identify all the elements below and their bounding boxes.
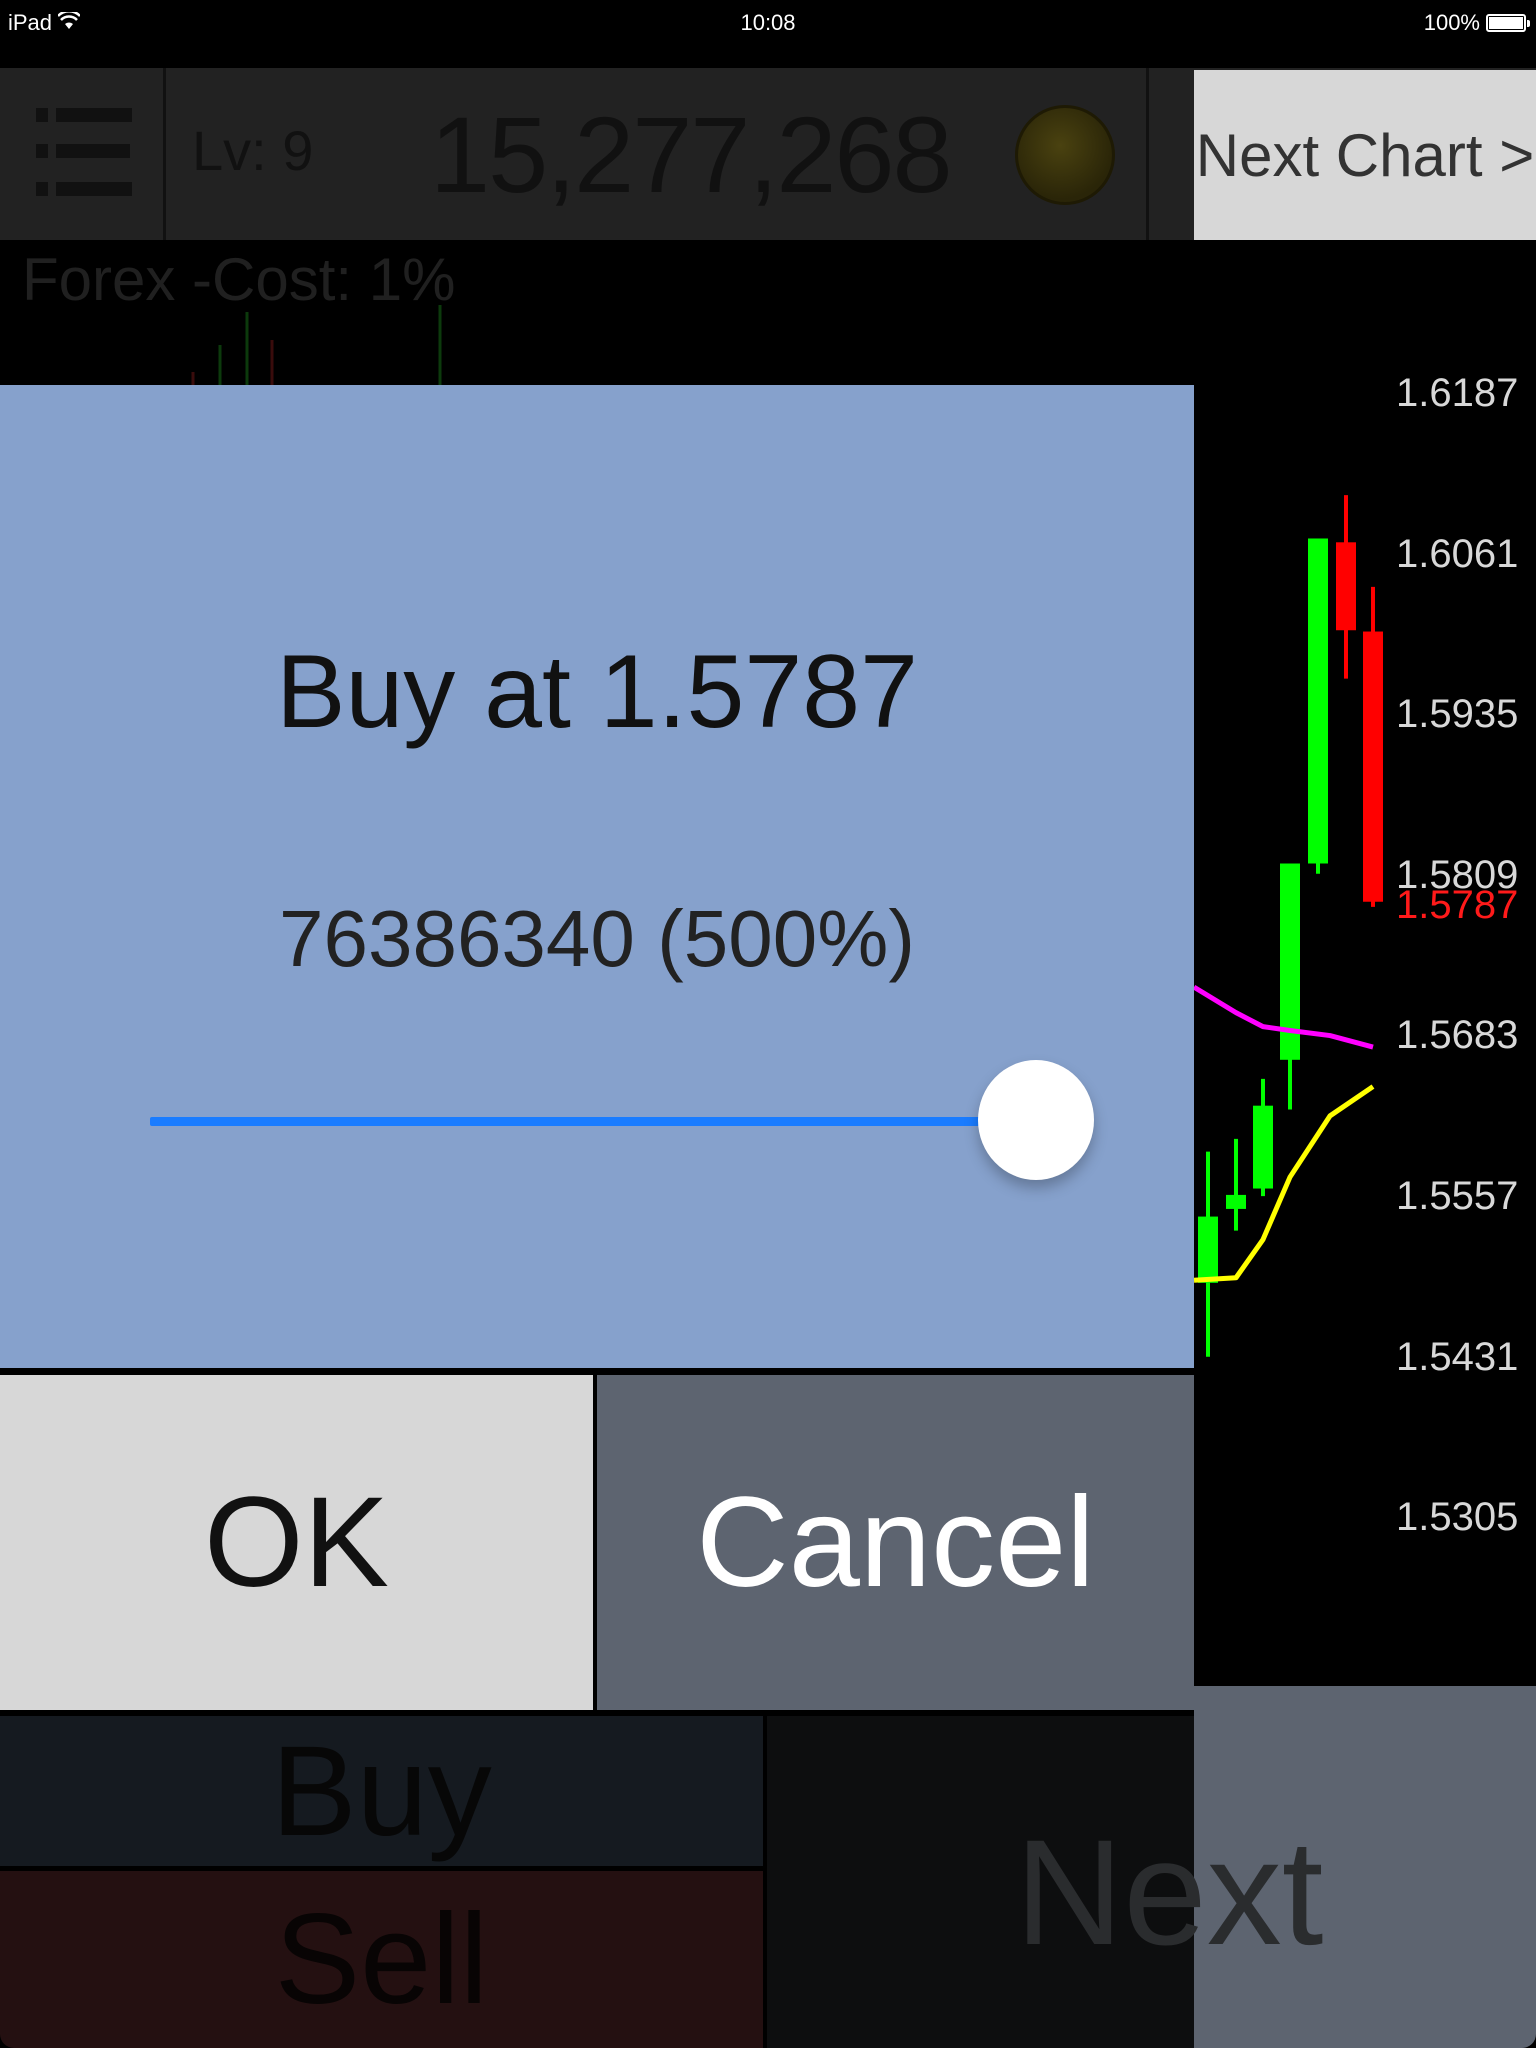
candle-body bbox=[1308, 538, 1328, 864]
cancel-button[interactable]: Cancel bbox=[597, 1372, 1194, 1710]
amount-slider-thumb[interactable] bbox=[978, 1060, 1094, 1180]
buy-order-dialog: Buy at 1.5787 76386340 (500%) bbox=[0, 385, 1194, 1368]
score-value: 15,277,268 bbox=[430, 94, 953, 215]
candle-body bbox=[1363, 631, 1383, 902]
candle-body bbox=[1198, 1216, 1218, 1283]
next-chart-button[interactable]: Next Chart > bbox=[1194, 70, 1536, 240]
status-bar: iPad 10:08 100% bbox=[0, 0, 1536, 68]
amount-slider-track[interactable] bbox=[150, 1117, 1040, 1126]
ok-button[interactable]: OK bbox=[0, 1372, 593, 1710]
moving-average-slow bbox=[1193, 1084, 1375, 1283]
order-amount: 76386340 (500%) bbox=[278, 894, 916, 983]
current-price-label: 1.5787 bbox=[1396, 882, 1519, 927]
y-axis-tick-label: 1.5935 bbox=[1396, 692, 1519, 737]
level-label: Lv: 9 bbox=[192, 119, 314, 182]
sell-button[interactable]: Sell bbox=[0, 1871, 763, 2048]
next-button[interactable]: Next bbox=[767, 1716, 1536, 2048]
y-axis-tick-label: 1.6187 bbox=[1396, 371, 1519, 415]
y-axis-tick-label: 1.5683 bbox=[1396, 1013, 1519, 1058]
buy-button[interactable]: Buy bbox=[0, 1716, 763, 1866]
battery-icon bbox=[1486, 14, 1530, 32]
battery-percent: 100% bbox=[1423, 10, 1480, 35]
candle-body bbox=[1226, 1194, 1246, 1209]
y-axis-tick-label: 1.5557 bbox=[1396, 1174, 1519, 1218]
y-axis-tick-label: 1.6061 bbox=[1396, 531, 1519, 576]
y-axis-tick-label: 1.5431 bbox=[1396, 1334, 1519, 1379]
clock: 10:08 bbox=[740, 10, 796, 35]
candle-body bbox=[1336, 542, 1356, 631]
menu-button[interactable] bbox=[0, 68, 166, 240]
dialog-title: Buy at 1.5787 bbox=[276, 634, 918, 750]
candle-body bbox=[1253, 1105, 1273, 1189]
y-axis-tick-label: 1.5305 bbox=[1396, 1495, 1519, 1540]
gold-coin-icon bbox=[1015, 105, 1115, 205]
header-divider bbox=[1146, 68, 1149, 240]
next-label: Next bbox=[1015, 1806, 1323, 1979]
